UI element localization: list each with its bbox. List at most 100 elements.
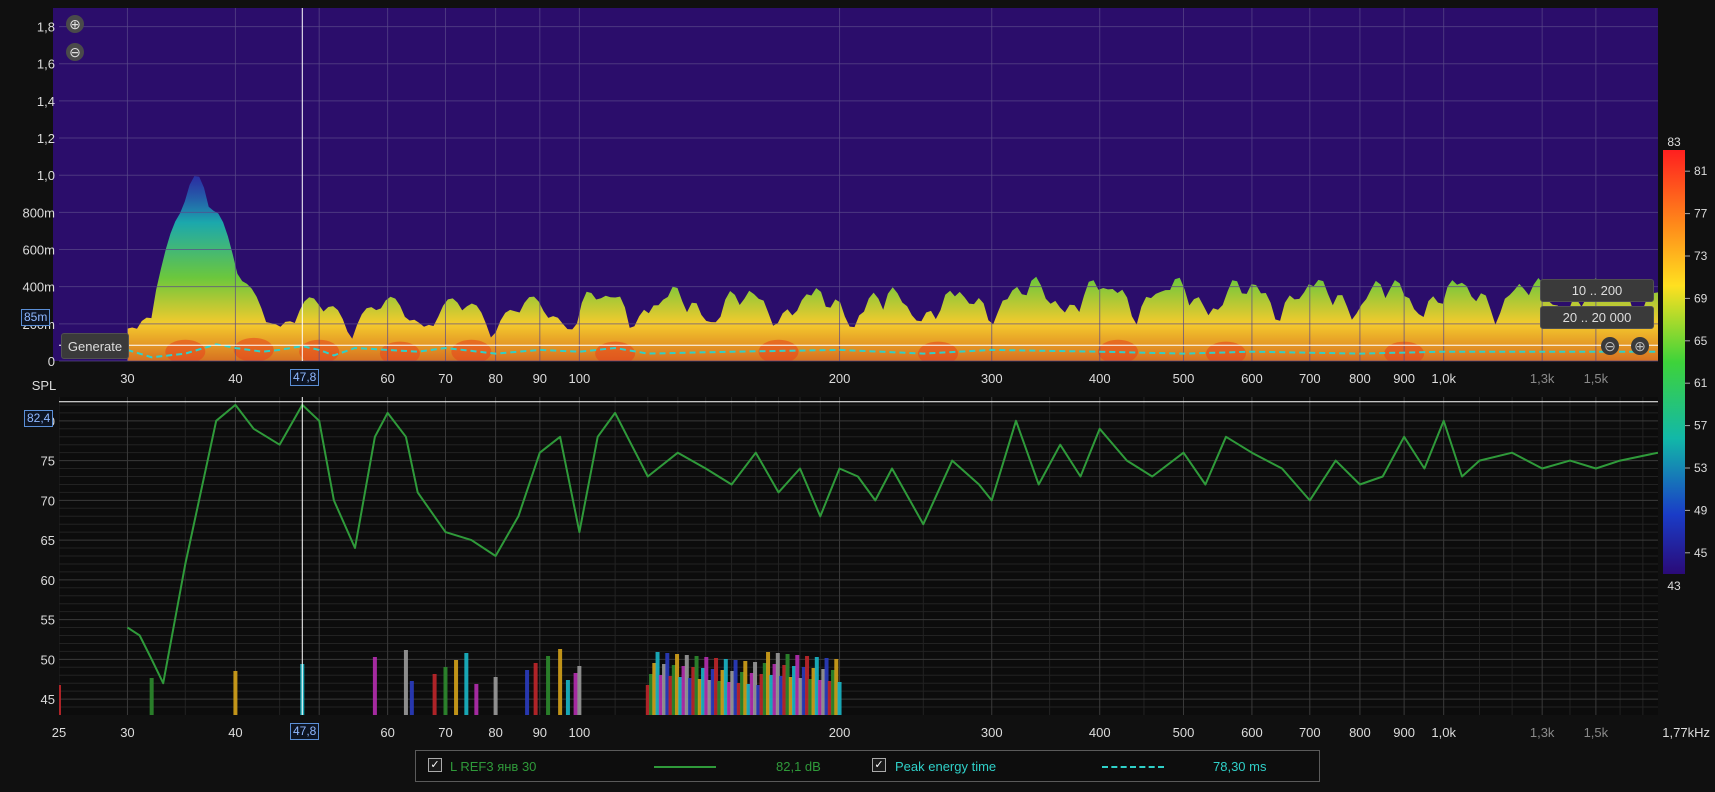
spectrogram-x-tick: 70 [438,371,452,386]
series1-value: 82,1 dB [776,759,821,774]
chart-canvas[interactable]: 1,81,61,41,21,0800m600m400m200m030406070… [0,0,1715,792]
spl-x-tick: 30 [120,725,134,740]
event-marker [443,667,448,715]
spectrogram-y-tick: 400m [22,280,55,295]
spl-y-tick: 50 [41,652,55,667]
spl-x-tick: 90 [533,725,547,740]
spl-x-tick: 60 [380,725,394,740]
spectrogram-y-tick: 600m [22,243,55,258]
color-scale-tick: 61 [1694,376,1708,390]
event-marker [409,681,414,715]
spectrogram-x-tick: 30 [120,371,134,386]
spectrogram-x-tick: 300 [981,371,1003,386]
spectrogram-x-tick: 500 [1173,371,1195,386]
event-marker [59,685,61,715]
color-scale-tick: 81 [1694,164,1708,178]
spl-x-tick: 1,77kHz [1662,725,1710,740]
spectrogram-x-tick: 600 [1241,371,1263,386]
spl-y-tick: 55 [41,613,55,628]
spectrogram-x-tick: 900 [1393,371,1415,386]
color-scale-tick: 49 [1694,503,1708,517]
spectrogram-x-tick: 80 [488,371,502,386]
event-marker [403,650,408,715]
event-marker [565,680,570,715]
color-scale-bar [1663,150,1685,574]
time-cursor-label: 85m [21,309,51,326]
level-cursor-label: 82,4 [24,410,54,427]
spectrogram-x-tick: 1,5k [1584,371,1609,386]
spl-x-tick: 500 [1173,725,1195,740]
spl-freq-cursor-label: 47,8 [290,723,320,740]
color-scale-tick: 57 [1694,419,1708,433]
spectrogram-plot-area[interactable] [53,8,1658,361]
spl-x-tick: 600 [1241,725,1263,740]
series1-checkbox[interactable]: ✓ [428,758,442,772]
spl-y-tick: 60 [41,573,55,588]
spectrogram-y-tick: 0 [48,354,55,369]
color-scale-tick: 69 [1694,291,1708,305]
zoom-out-icon[interactable]: ⊖ [66,43,84,61]
series1-line-swatch [654,766,716,768]
spl-x-tick: 400 [1089,725,1111,740]
event-marker [546,656,551,715]
spectro-freq-cursor-label: 47,8 [290,369,320,386]
spectrogram-x-tick: 700 [1299,371,1321,386]
event-marker [493,677,498,715]
spectrogram-x-tick: 400 [1089,371,1111,386]
spectrogram-x-tick: 1,3k [1530,371,1555,386]
spl-x-tick: 1,0k [1431,725,1456,740]
event-marker [533,663,538,715]
legend-bar: ✓ L REF3 янв 30 82,1 dB ✓ Peak energy ti… [415,750,1320,782]
spectrogram-x-tick: 90 [533,371,547,386]
event-marker [573,673,578,715]
zoom-in-icon[interactable]: ⊕ [66,15,84,33]
generate-button[interactable]: Generate [61,333,129,359]
range-button-full[interactable]: 20 .. 20 000 [1540,306,1654,329]
spl-x-tick: 700 [1299,725,1321,740]
range-button-low[interactable]: 10 .. 200 [1540,279,1654,302]
spl-y-tick: 65 [41,533,55,548]
color-scale-tick: 77 [1694,207,1708,221]
spectrogram-y-tick: 800m [22,205,55,220]
spl-y-axis-label: SPL [32,378,57,393]
spl-y-tick: 75 [41,454,55,469]
color-scale-tick: 53 [1694,461,1708,475]
color-scale-tick: 73 [1694,249,1708,263]
color-scale-bottom-label: 43 [1667,579,1681,593]
spectrogram-hot-core [165,339,206,361]
event-marker [474,684,479,715]
color-scale-top-label: 83 [1667,135,1681,149]
event-marker [432,674,437,715]
event-marker [577,666,582,715]
spl-x-tick: 1,5k [1584,725,1609,740]
spectrogram-y-tick: 1,4 [37,94,55,109]
spectrogram-x-tick: 60 [380,371,394,386]
color-scale-tick: 65 [1694,334,1708,348]
spectrogram-x-tick: 40 [228,371,242,386]
spl-x-tick: 100 [569,725,591,740]
spl-x-tick: 70 [438,725,452,740]
spl-y-tick: 70 [41,493,55,508]
spl-x-tick: 300 [981,725,1003,740]
event-marker [525,670,530,715]
event-marker [464,653,469,715]
color-scale-tick: 45 [1694,546,1708,560]
spl-x-tick: 80 [488,725,502,740]
spectrogram-y-tick: 1,0 [37,168,55,183]
spectrogram-x-tick: 1,0k [1431,371,1456,386]
spectrogram-y-tick: 1,6 [37,57,55,72]
series1-name: L REF3 янв 30 [450,759,537,774]
spl-x-tick: 900 [1393,725,1415,740]
series2-checkbox[interactable]: ✓ [872,758,886,772]
spectrogram-y-tick: 1,2 [37,131,55,146]
series2-line-swatch [1102,766,1164,768]
spl-x-tick: 800 [1349,725,1371,740]
spl-x-tick: 25 [52,725,66,740]
zoom-in-icon[interactable]: ⊕ [1631,337,1649,355]
event-marker [837,682,842,715]
zoom-out-icon[interactable]: ⊖ [1601,337,1619,355]
rew-spectrogram-window: 1,81,61,41,21,0800m600m400m200m030406070… [0,0,1715,792]
event-marker [233,671,238,715]
spectrogram-x-tick: 100 [569,371,591,386]
spl-x-tick: 200 [829,725,851,740]
